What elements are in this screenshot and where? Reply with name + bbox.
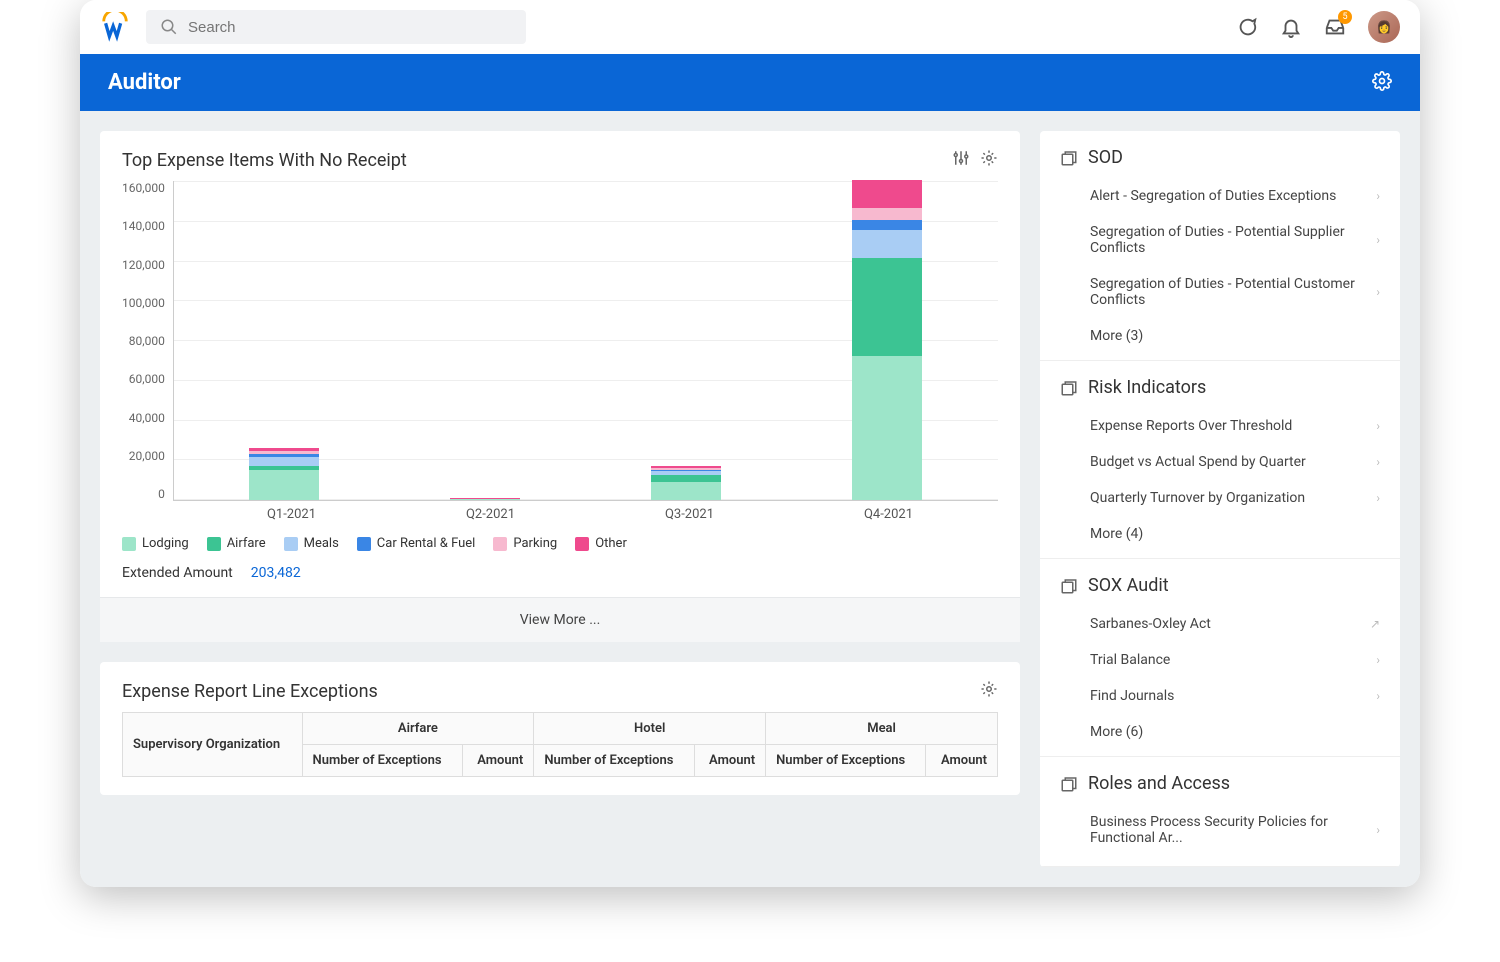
side-item[interactable]: Segregation of Duties - Potential Suppli…	[1060, 214, 1380, 266]
legend-item[interactable]: Car Rental & Fuel	[357, 536, 476, 551]
table-header-sub: Number of Exceptions	[766, 745, 926, 777]
search-icon	[160, 18, 178, 36]
chart-bar-segment[interactable]	[651, 475, 721, 482]
extended-amount-value[interactable]: 203,482	[251, 565, 301, 581]
page-header: Auditor	[80, 54, 1420, 111]
chart-bar-segment[interactable]	[852, 208, 922, 220]
exceptions-card: Expense Report Line Exceptions Superviso…	[100, 662, 1020, 795]
inbox-badge: 5	[1338, 10, 1352, 24]
chart-bar-segment[interactable]	[852, 220, 922, 230]
chart-bar-segment[interactable]	[249, 470, 319, 500]
page-settings-button[interactable]	[1372, 71, 1392, 95]
chart-bar-segment[interactable]	[852, 230, 922, 258]
table-header-group: Hotel	[534, 713, 766, 745]
side-more-link[interactable]: More (3)	[1060, 318, 1380, 350]
external-link-icon: ↗	[1370, 617, 1380, 631]
gear-icon	[1372, 71, 1392, 91]
page-title: Auditor	[108, 70, 181, 95]
chevron-right-icon: ›	[1376, 285, 1380, 299]
sliders-icon	[952, 149, 970, 167]
chart-card: Top Expense Items With No Receipt 160,00…	[100, 131, 1020, 642]
legend-item[interactable]: Lodging	[122, 536, 189, 551]
gear-icon	[980, 149, 998, 167]
bell-icon[interactable]	[1280, 16, 1302, 38]
chevron-right-icon: ›	[1376, 823, 1380, 837]
workday-logo[interactable]	[100, 12, 130, 42]
chevron-right-icon: ›	[1376, 653, 1380, 667]
chevron-right-icon: ›	[1376, 419, 1380, 433]
legend-item[interactable]: Parking	[493, 536, 557, 551]
side-item[interactable]: Expense Reports Over Threshold›	[1060, 408, 1380, 444]
table-settings-button[interactable]	[980, 680, 998, 702]
chart-bar-segment[interactable]	[651, 482, 721, 500]
chevron-right-icon: ›	[1376, 189, 1380, 203]
side-item[interactable]: Sarbanes-Oxley Act↗	[1060, 606, 1380, 642]
worklet-icon	[1060, 775, 1078, 793]
chart-bar[interactable]	[249, 448, 319, 500]
table-header-sub: Number of Exceptions	[534, 745, 694, 777]
chart-settings-button[interactable]	[980, 149, 998, 171]
chart-bar-segment[interactable]	[249, 457, 319, 466]
exceptions-title: Expense Report Line Exceptions	[122, 681, 378, 702]
legend-item[interactable]: Airfare	[207, 536, 266, 551]
view-more-button[interactable]: View More ...	[100, 597, 1020, 642]
side-section-title: SOD	[1088, 147, 1123, 168]
chart-filter-button[interactable]	[952, 149, 970, 171]
worklet-icon	[1060, 149, 1078, 167]
exceptions-table: Supervisory OrganizationAirfareHotelMeal…	[122, 712, 998, 777]
side-item[interactable]: Find Journals›	[1060, 678, 1380, 714]
side-section-title: SOX Audit	[1088, 575, 1169, 596]
table-header-sub: Amount	[462, 745, 534, 777]
chart-x-axis: Q1-2021Q2-2021Q3-2021Q4-2021	[182, 507, 998, 522]
chevron-right-icon: ›	[1376, 491, 1380, 505]
table-header-group: Airfare	[302, 713, 534, 745]
chevron-right-icon: ›	[1376, 689, 1380, 703]
side-section: SOX Audit Sarbanes-Oxley Act↗Trial Balanc…	[1040, 559, 1400, 757]
chart-plot[interactable]	[173, 181, 998, 501]
table-header-org: Supervisory Organization	[123, 713, 303, 777]
side-more-link[interactable]: More (4)	[1060, 516, 1380, 548]
side-item[interactable]: Quarterly Turnover by Organization›	[1060, 480, 1380, 516]
chart-y-axis: 160,000140,000120,000100,00080,00060,000…	[122, 181, 173, 501]
chart-title: Top Expense Items With No Receipt	[122, 150, 407, 171]
side-item[interactable]: Alert - Segregation of Duties Exceptions…	[1060, 178, 1380, 214]
table-header-sub: Number of Exceptions	[302, 745, 462, 777]
chevron-right-icon: ›	[1376, 233, 1380, 247]
table-header-sub: Amount	[926, 745, 998, 777]
gear-icon	[980, 680, 998, 698]
chevron-right-icon: ›	[1376, 455, 1380, 469]
chart-bar[interactable]	[651, 466, 721, 500]
side-section: SOD Alert - Segregation of Duties Excepti…	[1040, 131, 1400, 361]
table-header-group: Meal	[766, 713, 998, 745]
search-input[interactable]	[188, 19, 512, 36]
side-item[interactable]: Budget vs Actual Spend by Quarter›	[1060, 444, 1380, 480]
side-more-link[interactable]: More (6)	[1060, 714, 1380, 746]
chart-legend: Lodging Airfare Meals Car Rental & Fuel Park…	[122, 536, 998, 551]
chart-bar-segment[interactable]	[852, 258, 922, 356]
side-section: Risk Indicators Expense Reports Over Thre…	[1040, 361, 1400, 559]
side-item[interactable]: Segregation of Duties - Potential Custom…	[1060, 266, 1380, 318]
side-section-title: Roles and Access	[1088, 773, 1230, 794]
chart-bar-segment[interactable]	[450, 499, 520, 500]
search-box[interactable]	[146, 10, 526, 44]
worklet-icon	[1060, 379, 1078, 397]
chat-icon[interactable]	[1236, 16, 1258, 38]
topbar: 5 👩	[80, 0, 1420, 54]
side-section: Roles and Access Business Process Securit…	[1040, 757, 1400, 867]
legend-item[interactable]: Meals	[284, 536, 339, 551]
chart-bar[interactable]	[852, 180, 922, 500]
avatar[interactable]: 👩	[1368, 11, 1400, 43]
chart-bar-segment[interactable]	[852, 180, 922, 208]
chart-bar-segment[interactable]	[852, 356, 922, 500]
table-header-sub: Amount	[694, 745, 766, 777]
side-item[interactable]: Business Process Security Policies for F…	[1060, 804, 1380, 856]
inbox-icon[interactable]: 5	[1324, 16, 1346, 38]
chart-bar[interactable]	[450, 498, 520, 500]
extended-amount-label: Extended Amount	[122, 565, 233, 581]
side-item[interactable]: Trial Balance›	[1060, 642, 1380, 678]
worklet-icon	[1060, 577, 1078, 595]
side-section-title: Risk Indicators	[1088, 377, 1206, 398]
side-panel: SOD Alert - Segregation of Duties Excepti…	[1040, 131, 1400, 867]
legend-item[interactable]: Other	[575, 536, 627, 551]
